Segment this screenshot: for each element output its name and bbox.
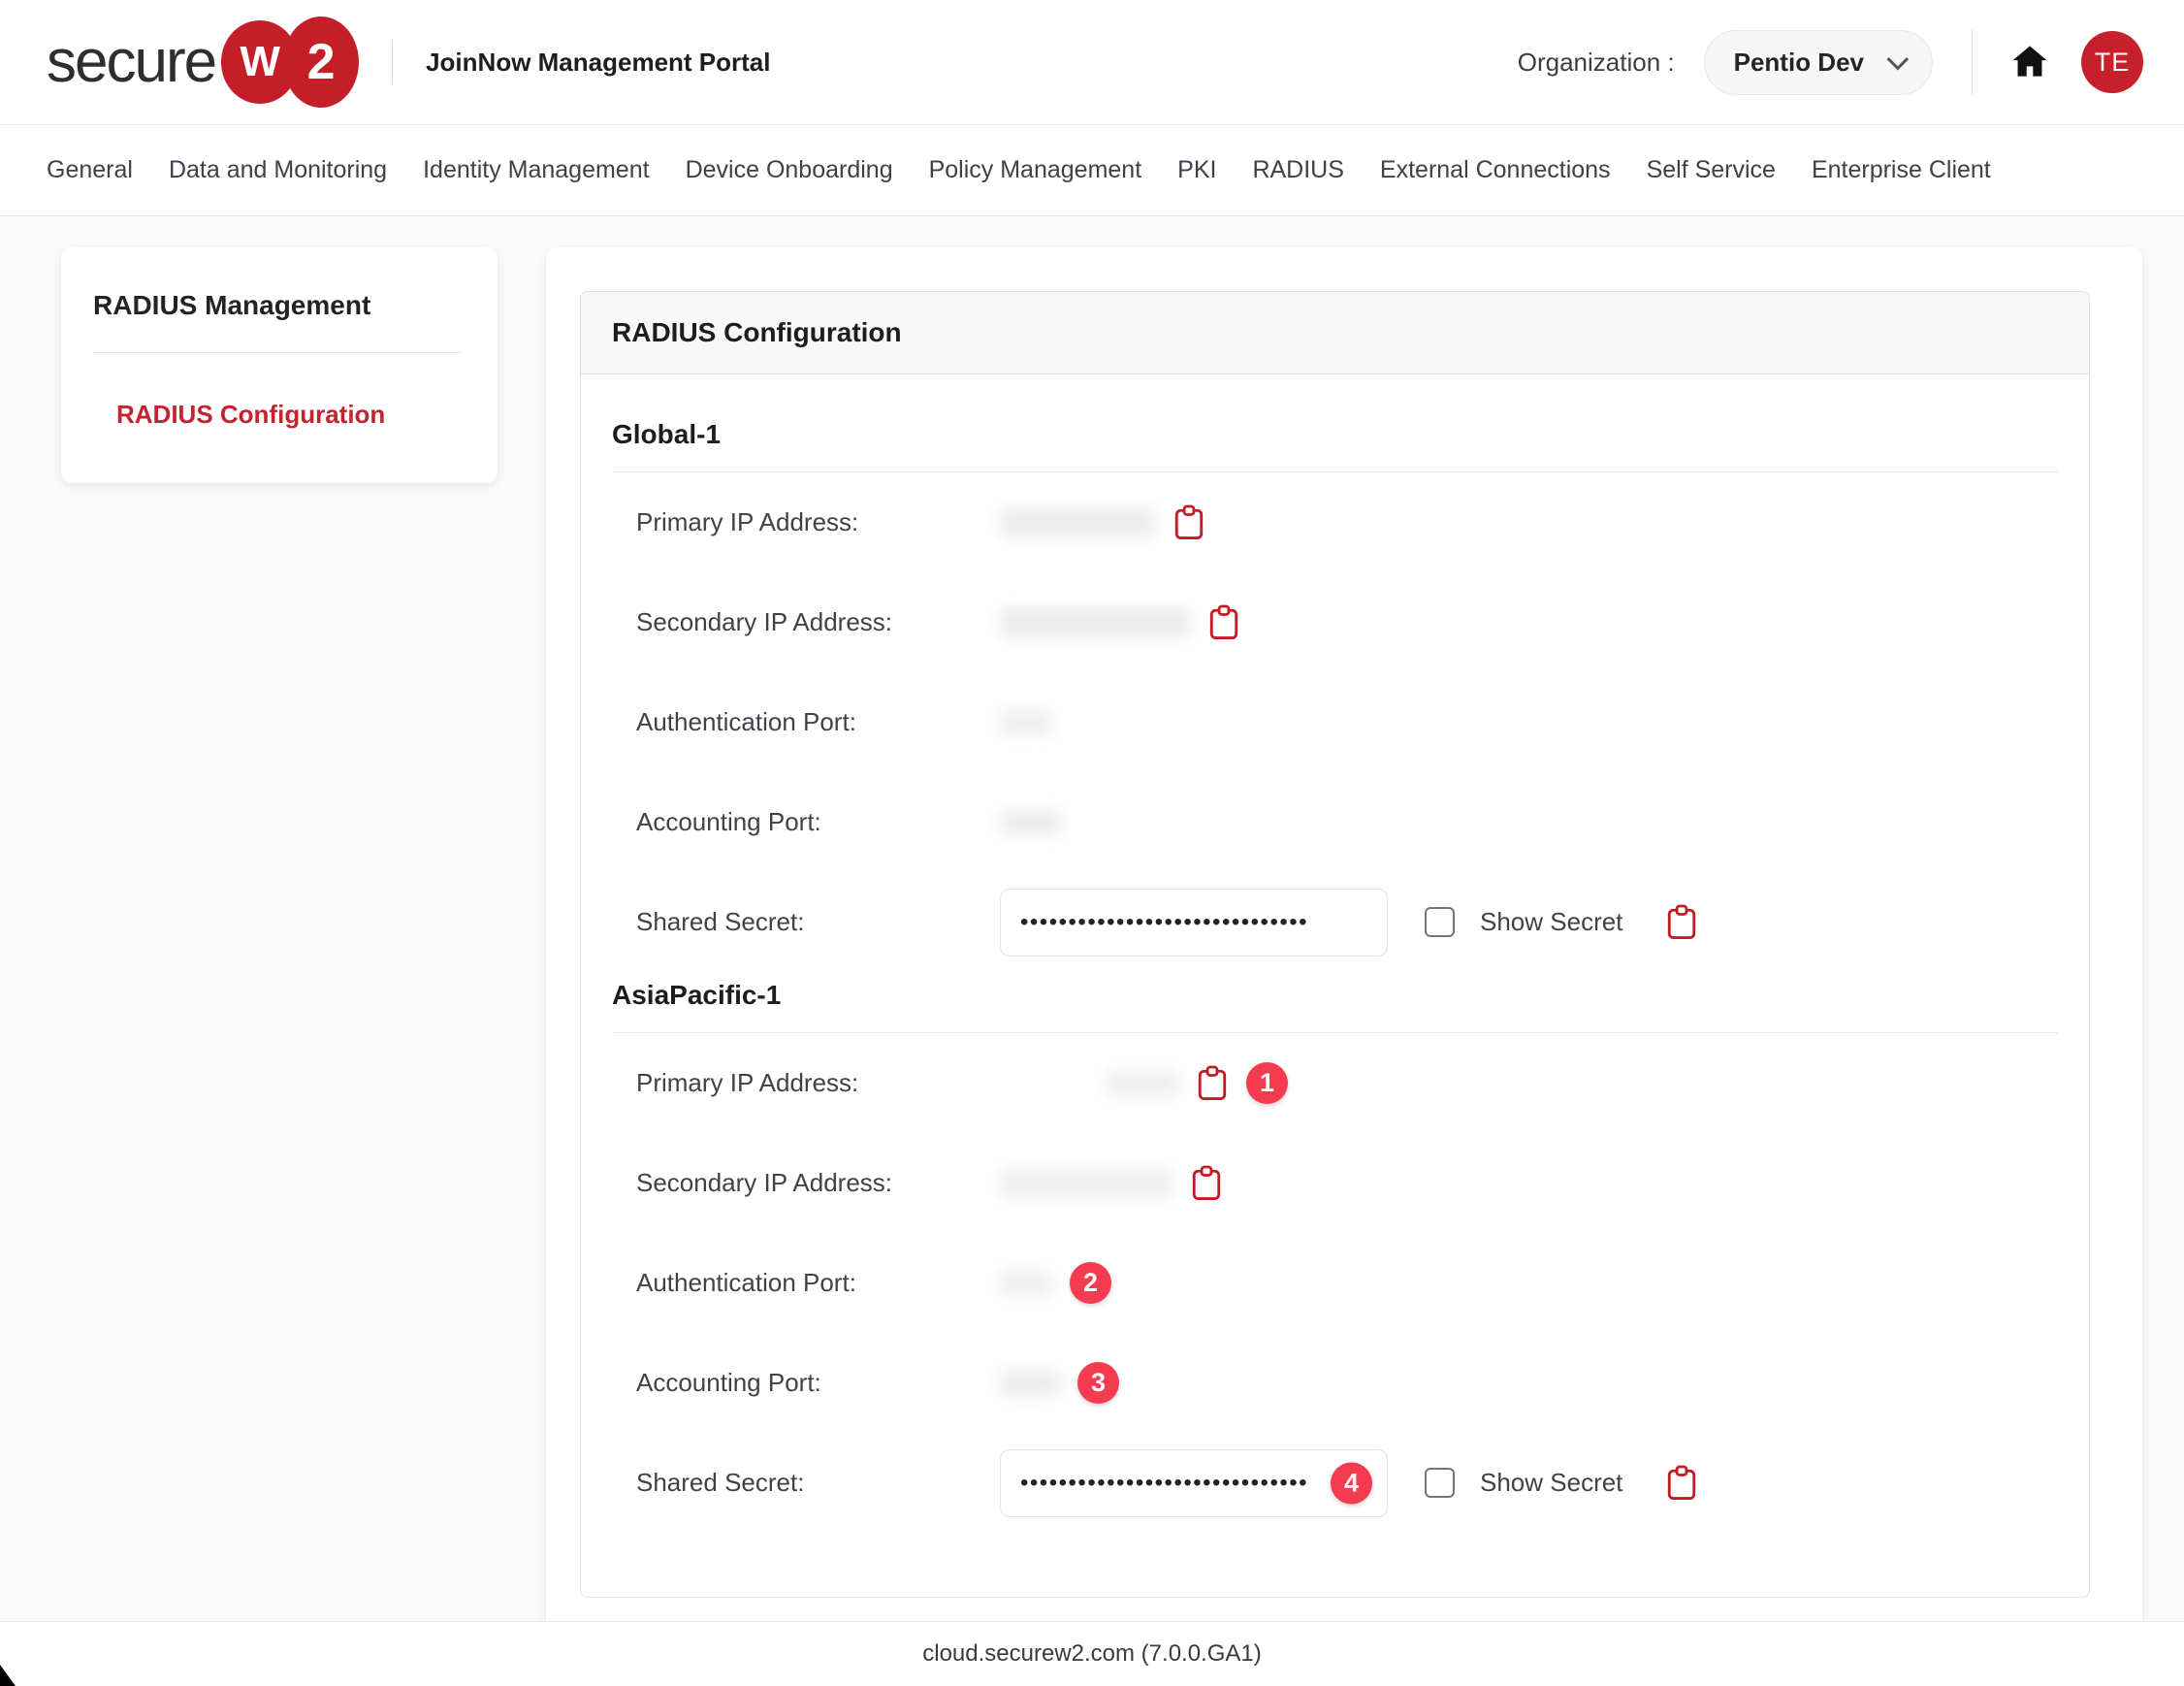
copy-to-clipboard-icon[interactable] <box>1207 602 1240 643</box>
secret-input-wrap: •••••••••••••••••••••••••••••• 4 <box>1000 1448 1388 1517</box>
annotation-badge-2: 2 <box>1070 1262 1111 1304</box>
field-row-primary-ip: Primary IP Address: 1 <box>636 1033 2089 1133</box>
copy-to-clipboard-icon[interactable] <box>1665 1463 1698 1504</box>
redacted-value <box>1000 606 1190 638</box>
nav-item-data-and-monitoring[interactable]: Data and Monitoring <box>169 156 387 184</box>
field-label: Accounting Port: <box>636 807 821 836</box>
field-row-accounting-port: Accounting Port: <box>636 772 2089 872</box>
annotation-badge-4: 4 <box>1331 1462 1372 1504</box>
field-label: Shared Secret: <box>636 1468 805 1497</box>
show-secret-label: Show Secret <box>1480 907 1623 936</box>
field-label: Authentication Port: <box>636 1268 856 1297</box>
copy-to-clipboard-icon[interactable] <box>1172 503 1205 543</box>
radius-management-sidebar: RADIUS Management RADIUS Configuration <box>61 247 498 483</box>
logo-bubbles: W 2 <box>221 16 360 108</box>
field-value: 3 <box>1000 1362 1119 1404</box>
redacted-value <box>1000 507 1155 537</box>
header-separator <box>1972 30 1973 94</box>
field-label: Primary IP Address: <box>636 1068 859 1097</box>
shared-secret-input[interactable]: •••••••••••••••••••••••••••••• <box>1000 1448 1388 1517</box>
nav-item-pki[interactable]: PKI <box>1177 156 1216 184</box>
redacted-value <box>1107 1069 1178 1097</box>
nav-item-device-onboarding[interactable]: Device Onboarding <box>686 156 893 184</box>
show-secret-label: Show Secret <box>1480 1468 1623 1497</box>
nav-item-general[interactable]: General <box>47 156 133 184</box>
portal-title: JoinNow Management Portal <box>426 47 771 77</box>
copy-to-clipboard-icon[interactable] <box>1665 902 1698 943</box>
home-icon <box>2012 46 2047 77</box>
field-row-secondary-ip: Secondary IP Address: <box>636 572 2089 672</box>
main-content-card: RADIUS Configuration Global-1 Primary IP… <box>546 247 2142 1621</box>
field-label: Secondary IP Address: <box>636 1168 893 1197</box>
field-row-shared-secret: Shared Secret: •••••••••••••••••••••••••… <box>636 1433 2089 1533</box>
securew2-logo[interactable]: secure W 2 <box>47 16 360 108</box>
secret-input-wrap: •••••••••••••••••••••••••••••• <box>1000 888 1388 956</box>
section-rows-global-1: Primary IP Address: Secondary IP Address… <box>581 472 2089 972</box>
header-divider <box>392 40 394 84</box>
field-value <box>1000 708 1052 736</box>
page-body: RADIUS Management RADIUS Configuration R… <box>0 217 2184 1621</box>
radius-configuration-panel: RADIUS Configuration Global-1 Primary IP… <box>580 291 2090 1598</box>
field-value <box>1000 1163 1223 1204</box>
nav-item-enterprise-client[interactable]: Enterprise Client <box>1812 156 1991 184</box>
field-row-shared-secret: Shared Secret: •••••••••••••••••••••••••… <box>636 872 2089 972</box>
app-footer: cloud.securew2.com (7.0.0.GA1) <box>0 1621 2184 1686</box>
field-value: •••••••••••••••••••••••••••••• Show Secr… <box>1000 888 1698 956</box>
chevron-down-icon <box>1886 48 1910 71</box>
annotation-badge-3: 3 <box>1077 1362 1119 1404</box>
field-value: 2 <box>1000 1262 1111 1304</box>
section-rows-asiapacific-1: Primary IP Address: 1 Secondary IP Addre… <box>581 1033 2089 1533</box>
field-row-secondary-ip: Secondary IP Address: <box>636 1133 2089 1233</box>
redacted-value <box>1000 1168 1172 1198</box>
field-label: Authentication Port: <box>636 707 856 736</box>
avatar[interactable]: TE <box>2081 31 2143 93</box>
nav-item-policy-management[interactable]: Policy Management <box>929 156 1142 184</box>
mouse-cursor <box>0 1665 16 1686</box>
annotation-badge-1: 1 <box>1246 1062 1288 1104</box>
redacted-value <box>1000 808 1060 836</box>
sidebar-item-radius-configuration[interactable]: RADIUS Configuration <box>116 400 461 430</box>
redacted-value <box>1000 1369 1060 1397</box>
logo-word: secure <box>47 28 217 95</box>
field-label: Primary IP Address: <box>636 507 859 536</box>
nav-item-radius[interactable]: RADIUS <box>1252 156 1343 184</box>
shared-secret-input[interactable]: •••••••••••••••••••••••••••••• <box>1000 888 1388 956</box>
redacted-value <box>1000 1269 1052 1297</box>
field-row-authentication-port: Authentication Port: <box>636 672 2089 772</box>
field-value <box>1000 503 1205 543</box>
nav-item-external-connections[interactable]: External Connections <box>1380 156 1611 184</box>
copy-to-clipboard-icon[interactable] <box>1190 1163 1223 1204</box>
main-nav: General Data and Monitoring Identity Man… <box>0 125 2184 216</box>
panel-title: RADIUS Configuration <box>612 317 902 347</box>
field-label: Secondary IP Address: <box>636 607 893 636</box>
panel-header: RADIUS Configuration <box>581 292 2089 374</box>
field-row-accounting-port: Accounting Port: 3 <box>636 1333 2089 1433</box>
field-value: •••••••••••••••••••••••••••••• 4 Show Se… <box>1000 1448 1698 1517</box>
app-header: secure W 2 JoinNow Management Portal Org… <box>0 0 2184 125</box>
header-right: Organization : Pentio Dev TE <box>1517 29 2143 95</box>
section-heading-asiapacific-1: AsiaPacific-1 <box>612 980 782 1010</box>
home-button[interactable] <box>2007 41 2052 83</box>
nav-item-self-service[interactable]: Self Service <box>1647 156 1776 184</box>
sidebar-title: RADIUS Management <box>93 290 371 320</box>
organization-label: Organization : <box>1517 47 1675 77</box>
redacted-value <box>1000 708 1052 736</box>
show-secret-checkbox[interactable] <box>1425 907 1455 937</box>
sidebar-divider <box>93 352 461 353</box>
field-value: 1 <box>1000 1062 1288 1104</box>
section-heading-global-1: Global-1 <box>612 419 722 449</box>
field-row-authentication-port: Authentication Port: 2 <box>636 1233 2089 1333</box>
organization-value: Pentio Dev <box>1733 47 1864 77</box>
organization-dropdown[interactable]: Pentio Dev <box>1703 29 1933 95</box>
field-label: Accounting Port: <box>636 1368 821 1397</box>
field-row-primary-ip: Primary IP Address: <box>636 472 2089 572</box>
field-label: Shared Secret: <box>636 907 805 936</box>
field-value <box>1000 808 1060 836</box>
logo-w-bubble: W <box>221 20 300 104</box>
footer-text: cloud.securew2.com (7.0.0.GA1) <box>922 1640 1262 1667</box>
copy-to-clipboard-icon[interactable] <box>1196 1063 1229 1104</box>
field-value <box>1000 602 1240 643</box>
show-secret-checkbox[interactable] <box>1425 1468 1455 1498</box>
nav-item-identity-management[interactable]: Identity Management <box>423 156 649 184</box>
